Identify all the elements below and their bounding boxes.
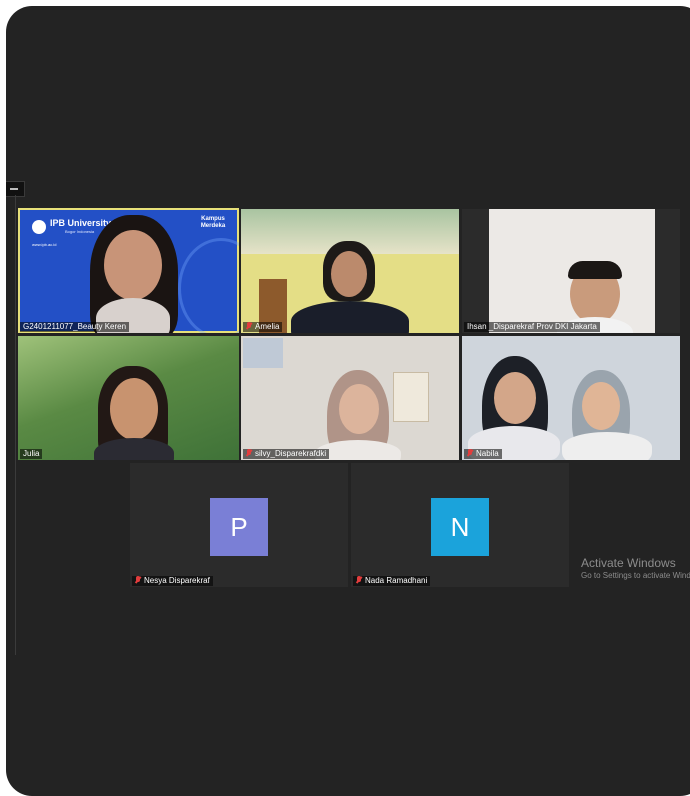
ipb-logo-icon <box>32 220 46 234</box>
participant-name-label: Ihsan _Disparekraf Prov DKI Jakarta <box>464 322 600 332</box>
university-website: www.ipb.ac.id <box>32 242 57 247</box>
wall-frame <box>243 338 283 368</box>
participant-name-label: Nada Ramadhani <box>353 576 431 586</box>
muted-mic-icon <box>246 322 252 330</box>
campus-name: Bogor Indonesia <box>65 229 95 234</box>
participant-name-label: Nabila <box>464 449 502 459</box>
participant-tile-6[interactable]: Nabila <box>462 336 680 460</box>
avatar-initial: P <box>210 498 268 556</box>
participant-name-label: silvy_Disparekrafdki <box>243 449 330 459</box>
participant-name-label: Nesya Disparekraf <box>132 576 213 586</box>
muted-mic-icon <box>356 576 362 584</box>
participant-tile-3[interactable]: Ihsan _Disparekraf Prov DKI Jakarta <box>462 209 680 333</box>
participant-tile-2[interactable]: Amelia <box>241 209 459 333</box>
participant-tile-5[interactable]: silvy_Disparekrafdki <box>241 336 459 460</box>
muted-mic-icon <box>135 576 141 584</box>
participant-name-label: G2401211077_Beauty Keren <box>20 322 130 332</box>
panel-divider <box>15 195 16 655</box>
participant-name-label: Julia <box>20 449 43 459</box>
participant-tile-4[interactable]: Julia <box>18 336 239 460</box>
meeting-window: IPB University Bogor Indonesia www.ipb.a… <box>6 6 690 796</box>
muted-mic-icon <box>246 449 252 457</box>
leaf-pattern <box>178 238 239 333</box>
participant-name-label: Amelia <box>243 322 283 332</box>
muted-mic-icon <box>467 449 473 457</box>
university-name: IPB University <box>50 218 112 228</box>
watermark-subtitle: Go to Settings to activate Windows. <box>581 571 690 580</box>
participant-tile-1[interactable]: IPB University Bogor Indonesia www.ipb.a… <box>18 208 239 333</box>
program-logo: Kampus Merdeka <box>200 216 226 229</box>
watermark-title: Activate Windows <box>581 556 676 570</box>
avatar-initial: N <box>431 498 489 556</box>
wall-poster <box>393 372 429 422</box>
activate-windows-watermark: Activate Windows Go to Settings to activ… <box>581 556 690 580</box>
participant-tile-8[interactable]: N Nada Ramadhani <box>351 463 569 587</box>
participant-tile-7[interactable]: P Nesya Disparekraf <box>130 463 348 587</box>
